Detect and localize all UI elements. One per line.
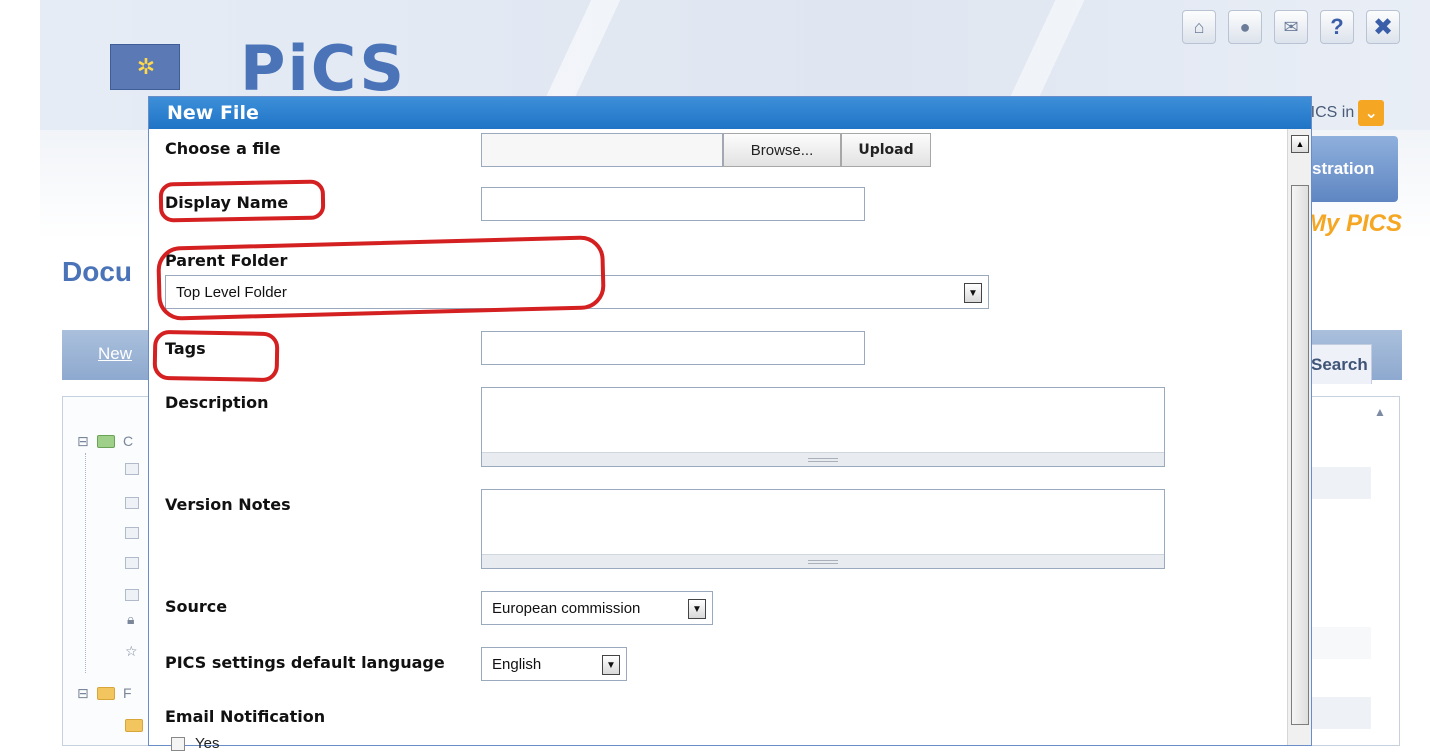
tags-label: Tags [165,339,206,358]
folder-icon [97,435,115,448]
new-file-dialog: New File Choose a file Browse... Upload … [148,96,1312,752]
my-pics-link[interactable]: My PICS [1306,210,1402,238]
tree-expander-icon[interactable]: ⊟ [77,685,89,702]
user-icon [125,527,139,539]
user-icon [125,497,139,509]
new-link[interactable]: New [98,344,132,364]
chevron-down-icon[interactable]: ▼ [602,655,620,675]
tree-expander-icon[interactable]: ⊟ [77,433,89,450]
document-list-panel: ▲ [1300,396,1400,746]
chat-icon[interactable]: ● [1228,10,1262,44]
administration-button[interactable]: stration [1300,136,1398,202]
parent-folder-select[interactable]: Top Level Folder ▼ [165,275,989,309]
list-scrollbar[interactable]: ▲ [1369,405,1391,735]
display-name-input[interactable] [481,187,865,221]
version-notes-input[interactable] [482,490,1164,554]
folder-tree-panel: ⊟ C 🔒︎ ☆ ⊟ F [62,396,152,746]
email-notification-label: Email Notification [165,707,326,726]
scrollbar-thumb[interactable] [1291,185,1309,725]
description-textarea[interactable] [481,387,1165,467]
parent-folder-value: Top Level Folder [176,283,287,301]
help-icon[interactable]: ? [1320,10,1354,44]
dialog-body: Choose a file Browse... Upload Display N… [149,129,1311,752]
display-name-label: Display Name [165,193,289,212]
description-label: Description [165,393,269,412]
top-toolbar: ⌂ ● ✉ ? ✖ [1182,10,1400,44]
folder-icon [97,687,115,700]
email-yes-label: Yes [195,735,220,752]
language-select[interactable]: English ▼ [481,647,627,681]
choose-file-label: Choose a file [165,139,281,158]
tree-node-label[interactable]: F [123,685,132,701]
user-icon [125,589,139,601]
resize-grip-icon[interactable] [482,452,1164,466]
email-yes-checkbox[interactable] [171,737,185,751]
source-value: European commission [492,599,641,617]
pics-logo: PiCS [240,32,406,105]
dialog-title[interactable]: New File [149,97,1311,129]
close-icon[interactable]: ✖ [1366,10,1400,44]
user-icon [125,557,139,569]
chevron-down-icon[interactable]: ▼ [964,283,982,303]
folder-icon [125,719,143,732]
eu-flag-logo: ✲ [110,44,180,90]
language-value: English [492,655,542,673]
document-icon [125,463,139,475]
parent-folder-label: Parent Folder [165,251,288,270]
upload-button[interactable]: Upload [841,133,931,167]
tags-input[interactable] [481,331,865,365]
resize-grip-icon[interactable] [482,554,1164,568]
scroll-up-icon[interactable]: ▲ [1291,135,1309,153]
home-icon[interactable]: ⌂ [1182,10,1216,44]
description-input[interactable] [482,388,1164,452]
language-label: PICS settings default language [165,653,445,672]
star-icon: ☆ [125,643,138,659]
section-title: Docu [62,256,132,287]
pics-in-selector[interactable]: PICS in ⌄ [1300,98,1385,128]
tree-node-label[interactable]: C [123,433,133,449]
scroll-up-icon[interactable]: ▲ [1369,405,1391,419]
mail-icon[interactable]: ✉ [1274,10,1308,44]
version-notes-textarea[interactable] [481,489,1165,569]
tree-connector [85,453,86,673]
lock-icon: 🔒︎ [127,611,135,627]
source-select[interactable]: European commission ▼ [481,591,713,625]
chevron-down-icon[interactable]: ⌄ [1358,100,1385,126]
version-notes-label: Version Notes [165,495,291,514]
source-label: Source [165,597,228,616]
browse-button[interactable]: Browse... [723,133,841,167]
chevron-down-icon[interactable]: ▼ [688,599,706,619]
file-path-field[interactable] [481,133,723,167]
dialog-scrollbar[interactable]: ▲ [1287,129,1311,745]
